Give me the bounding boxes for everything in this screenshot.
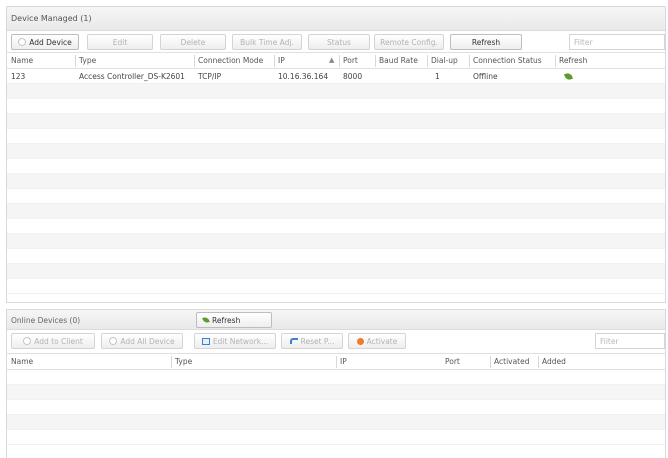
add-to-client-button[interactable]: Add to Client: [11, 333, 95, 349]
table-row: [7, 219, 665, 234]
device-port-cell: 8000: [343, 72, 363, 81]
add-device-button[interactable]: Add Device: [11, 34, 79, 50]
table-row: [7, 279, 665, 294]
col-type-header[interactable]: Type: [75, 55, 96, 67]
table-row: [7, 204, 665, 219]
table-row: [7, 430, 665, 445]
online-devices-filter-input[interactable]: [595, 333, 665, 349]
table-row: [7, 159, 665, 174]
col-port-header[interactable]: Port: [339, 55, 358, 67]
device-managed-title: Device Managed (1): [11, 14, 92, 23]
online-devices-titlebar: Online Devices (0) Refresh: [7, 310, 665, 330]
table-row: [7, 174, 665, 189]
add-all-device-button[interactable]: Add All Device: [101, 333, 183, 349]
col-port-header[interactable]: Port: [445, 357, 460, 366]
table-row: [7, 129, 665, 144]
remote-config-button[interactable]: Remote Config.: [374, 34, 444, 50]
sort-asc-icon: ▲: [329, 56, 335, 64]
col-connection-mode-header[interactable]: Connection Mode: [194, 55, 263, 67]
col-added-header[interactable]: Added: [538, 356, 566, 368]
edit-network-icon: [201, 337, 210, 345]
activate-button[interactable]: Activate: [348, 333, 406, 349]
col-dial-up-header[interactable]: Dial-up: [427, 55, 458, 67]
leaf-refresh-icon: [202, 316, 210, 324]
device-managed-panel: Device Managed (1) Add Device Edit Delet…: [6, 6, 666, 303]
device-name-cell: 123: [11, 72, 26, 81]
edit-network-button[interactable]: Edit Network...: [194, 333, 276, 349]
table-row: [7, 99, 665, 114]
col-type-header[interactable]: Type: [171, 356, 192, 368]
table-row: [7, 114, 665, 129]
refresh-button[interactable]: Refresh: [450, 34, 522, 50]
device-connection-mode-cell: TCP/IP: [198, 72, 222, 81]
online-devices-panel: Online Devices (0) Refresh Add to Client…: [6, 309, 666, 458]
col-baud-rate-header[interactable]: Baud Rate: [375, 55, 418, 67]
bulk-time-adj-button[interactable]: Bulk Time Adj.: [232, 34, 302, 50]
table-row: [7, 234, 665, 249]
activate-bulb-icon: [356, 337, 364, 345]
delete-button[interactable]: Delete: [160, 34, 226, 50]
table-row: [7, 264, 665, 279]
table-row: [7, 189, 665, 204]
device-managed-table-header: Name Type Connection Mode IP ▲ Port Baud…: [7, 53, 665, 69]
table-row: [7, 144, 665, 159]
table-row: [7, 415, 665, 430]
col-ip-header[interactable]: IP: [336, 356, 347, 368]
add-circle-icon: [18, 38, 27, 46]
online-devices-rows: [7, 370, 665, 445]
col-connection-status-header[interactable]: Connection Status: [469, 55, 542, 67]
table-row[interactable]: 123 Access Controller_DS-K2601 TCP/IP 10…: [7, 69, 665, 84]
device-managed-rows: 123 Access Controller_DS-K2601 TCP/IP 10…: [7, 69, 665, 294]
device-connection-status-cell: Offline: [473, 72, 498, 81]
device-managed-toolbar: Add Device Edit Delete Bulk Time Adj. St…: [7, 31, 665, 53]
online-devices-title: Online Devices (0): [11, 316, 81, 325]
online-devices-table-header: Name Type IP Port Activated Added: [7, 354, 665, 370]
status-button[interactable]: Status: [308, 34, 370, 50]
table-row: [7, 249, 665, 264]
reset-password-button[interactable]: Reset P...: [281, 333, 343, 349]
device-ip-cell: 10.16.36.164: [278, 72, 329, 81]
device-managed-filter-input[interactable]: [569, 34, 665, 50]
add-circle-icon: [109, 337, 118, 345]
device-type-cell: Access Controller_DS-K2601: [79, 72, 185, 81]
online-devices-toolbar: Add to Client Add All Device Edit Networ…: [7, 330, 665, 354]
leaf-refresh-icon[interactable]: [564, 72, 573, 82]
reset-icon: [289, 338, 298, 344]
device-dial-up-cell: 1: [435, 72, 440, 81]
col-ip-header[interactable]: IP: [274, 55, 285, 67]
col-name-header[interactable]: Name: [11, 56, 33, 65]
col-activated-header[interactable]: Activated: [490, 356, 530, 368]
table-row: [7, 400, 665, 415]
table-row: [7, 385, 665, 400]
col-refresh-header[interactable]: Refresh: [555, 55, 587, 67]
device-managed-titlebar: Device Managed (1): [7, 7, 665, 31]
col-name-header[interactable]: Name: [11, 357, 33, 366]
add-circle-icon: [23, 337, 32, 345]
table-row: [7, 370, 665, 385]
edit-button[interactable]: Edit: [87, 34, 153, 50]
table-row: [7, 84, 665, 99]
online-refresh-button[interactable]: Refresh: [196, 312, 272, 328]
